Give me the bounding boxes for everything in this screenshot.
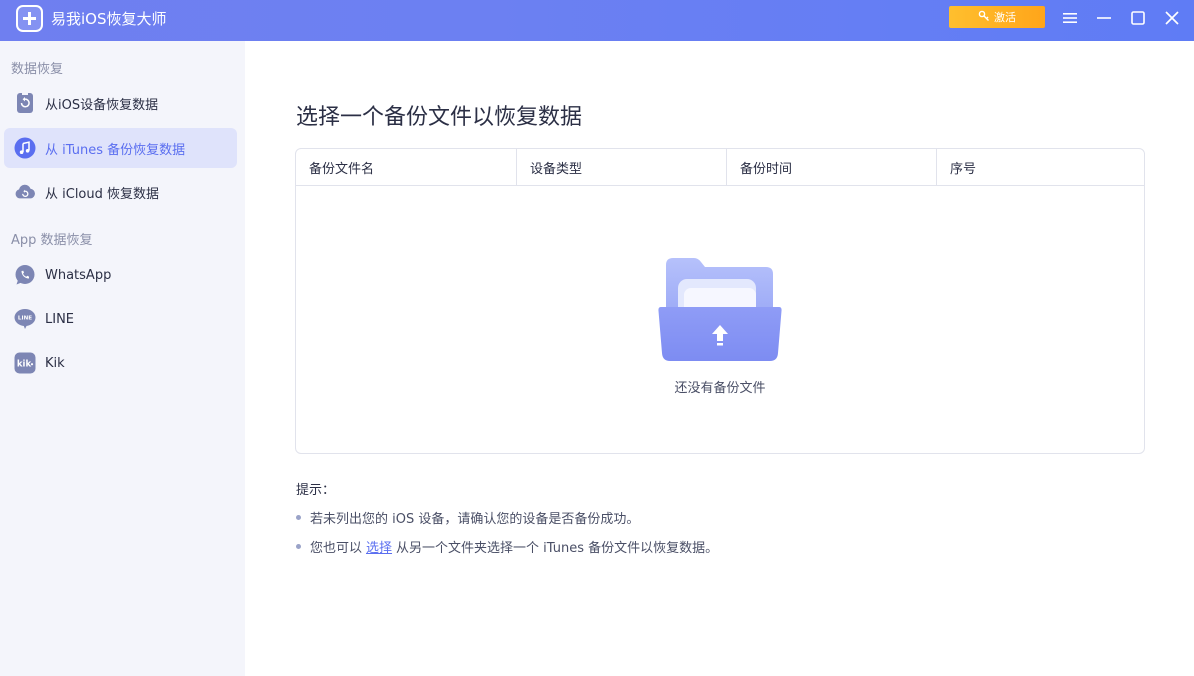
- sidebar-item-label: 从iOS设备恢复数据: [45, 97, 159, 113]
- svg-text:kik: kik: [17, 360, 32, 370]
- sidebar-item-label: Kik: [45, 355, 65, 371]
- sidebar-item-label: LINE: [45, 311, 75, 327]
- empty-state-text: 还没有备份文件: [674, 381, 766, 396]
- sidebar-item-whatsapp[interactable]: WhatsApp: [4, 255, 237, 295]
- tip-text-prefix: 您也可以: [310, 541, 363, 556]
- sidebar-item-kik[interactable]: kik Kik: [4, 343, 237, 383]
- column-header-backup-name[interactable]: 备份文件名: [296, 149, 517, 186]
- backup-table: 备份文件名 设备类型 备份时间 序号 还没有备份文件: [295, 148, 1145, 454]
- sidebar-item-line[interactable]: LINE LINE: [4, 299, 237, 339]
- sidebar-item-icloud[interactable]: 从 iCloud 恢复数据: [4, 172, 237, 212]
- sidebar-item-label: WhatsApp: [45, 267, 112, 283]
- select-folder-link[interactable]: 选择: [366, 537, 392, 556]
- activate-button[interactable]: 激活: [949, 6, 1045, 28]
- column-header-device-type[interactable]: 设备类型: [517, 149, 727, 186]
- menu-icon: [1063, 13, 1077, 23]
- key-icon: [978, 10, 990, 25]
- kik-icon: kik: [14, 352, 36, 374]
- whatsapp-icon: [14, 264, 36, 286]
- svg-text:LINE: LINE: [18, 316, 32, 322]
- itunes-music-icon: [14, 137, 36, 159]
- tip-text: 若未列出您的 iOS 设备，请确认您的设备是否备份成功。: [310, 512, 640, 527]
- sidebar-item-label: 从 iTunes 备份恢复数据: [45, 142, 186, 158]
- app-logo-icon: [16, 5, 43, 32]
- section-title-data-recovery: 数据恢复: [11, 62, 64, 77]
- maximize-icon: [1131, 11, 1145, 25]
- bullet-icon: [296, 544, 301, 549]
- tip-item: 若未列出您的 iOS 设备，请确认您的设备是否备份成功。: [296, 508, 639, 527]
- title-bar: 易我iOS恢复大师 激活: [0, 0, 1194, 41]
- sidebar-item-ios-device[interactable]: 从iOS设备恢复数据: [4, 83, 237, 123]
- empty-folder-icon: [658, 257, 782, 367]
- line-icon: LINE: [14, 308, 36, 330]
- empty-state: 还没有备份文件: [296, 257, 1144, 396]
- bullet-icon: [296, 515, 301, 520]
- menu-button[interactable]: [1060, 8, 1080, 28]
- sidebar-item-itunes[interactable]: 从 iTunes 备份恢复数据: [4, 128, 237, 168]
- icloud-icon: [14, 181, 36, 203]
- tip-item: 您也可以 选择 从另一个文件夹选择一个 iTunes 备份文件以恢复数据。: [296, 537, 718, 556]
- minimize-icon: [1097, 17, 1111, 19]
- close-button[interactable]: [1162, 8, 1182, 28]
- activate-label: 激活: [994, 11, 1016, 24]
- minimize-button[interactable]: [1094, 8, 1114, 28]
- close-icon: [1165, 11, 1179, 25]
- column-header-backup-time[interactable]: 备份时间: [727, 149, 937, 186]
- table-header: 备份文件名 设备类型 备份时间 序号: [296, 149, 1144, 186]
- page-title: 选择一个备份文件以恢复数据: [296, 105, 583, 130]
- column-header-index[interactable]: 序号: [937, 149, 1144, 186]
- app-title: 易我iOS恢复大师: [51, 10, 167, 28]
- device-restore-icon: [14, 92, 36, 114]
- sidebar: 数据恢复 从iOS设备恢复数据 从 iTunes 备份恢复数据 从 iCloud…: [0, 41, 245, 676]
- tips-title: 提示：: [296, 483, 336, 498]
- sidebar-item-label: 从 iCloud 恢复数据: [45, 186, 160, 202]
- section-title-app-recovery: App 数据恢复: [11, 233, 93, 248]
- maximize-button[interactable]: [1128, 8, 1148, 28]
- tip-text-suffix: 从另一个文件夹选择一个 iTunes 备份文件以恢复数据。: [396, 541, 719, 556]
